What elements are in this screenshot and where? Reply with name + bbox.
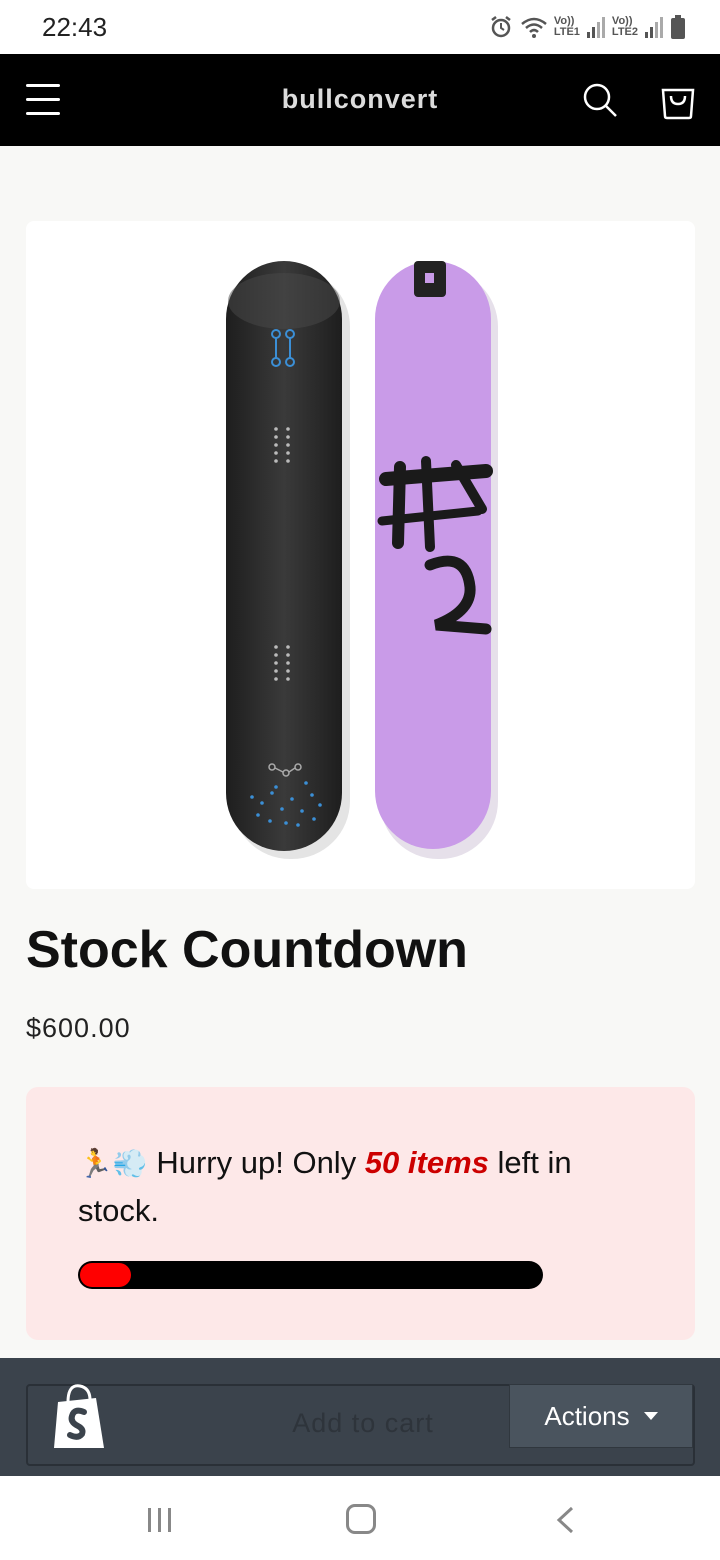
stock-progress-bar (78, 1261, 543, 1289)
search-icon[interactable] (582, 82, 618, 118)
status-icons: Vo)) LTE1 Vo)) LTE2 (488, 12, 686, 42)
signal-icon (586, 17, 605, 38)
wifi-icon (521, 17, 547, 38)
stock-progress-fill (80, 1263, 131, 1287)
site-header: bullconvert (0, 54, 720, 146)
actions-label: Actions (544, 1400, 630, 1431)
system-nav-bar (0, 1476, 720, 1560)
sim2-label: LTE2 (611, 26, 638, 38)
product-title: Stock Countdown (26, 921, 468, 979)
status-time: 22:43 (42, 12, 108, 42)
alarm-icon (491, 16, 511, 38)
preview-bar-inner: Add to cart Actions (26, 1384, 695, 1466)
shopify-bag-icon (54, 1384, 104, 1448)
battery-icon (671, 15, 685, 39)
cart-icon[interactable] (660, 80, 696, 120)
stock-prefix: Hurry up! Only (156, 1145, 365, 1180)
add-to-cart-button[interactable]: Add to cart (238, 1408, 488, 1439)
preview-bar: Add to cart Actions (0, 1358, 720, 1476)
product-image[interactable] (26, 221, 695, 889)
sim1-label: LTE1 (553, 26, 580, 38)
stock-count: 50 items (364, 1145, 489, 1180)
snowboard-image (226, 261, 498, 859)
status-bar: 22:43 Vo)) LTE1 Vo)) LTE2 (0, 0, 720, 54)
recent-apps-icon[interactable] (146, 1508, 176, 1532)
caret-down-icon (643, 1412, 658, 1420)
sim1-indicator: Vo)) LTE1 (554, 16, 580, 38)
stock-message: 🏃💨 Hurry up! Only 50 items left in stock… (78, 1139, 638, 1234)
actions-dropdown[interactable]: Actions (509, 1384, 693, 1448)
sim2-indicator: Vo)) LTE2 (612, 16, 638, 38)
home-icon[interactable] (346, 1504, 376, 1534)
product-price: $600.00 (26, 1013, 131, 1043)
signal-icon (645, 17, 663, 38)
stock-countdown: 🏃💨 Hurry up! Only 50 items left in stock… (26, 1087, 695, 1340)
back-icon[interactable] (554, 1506, 578, 1534)
running-emoji-icon: 🏃💨 (78, 1148, 148, 1179)
